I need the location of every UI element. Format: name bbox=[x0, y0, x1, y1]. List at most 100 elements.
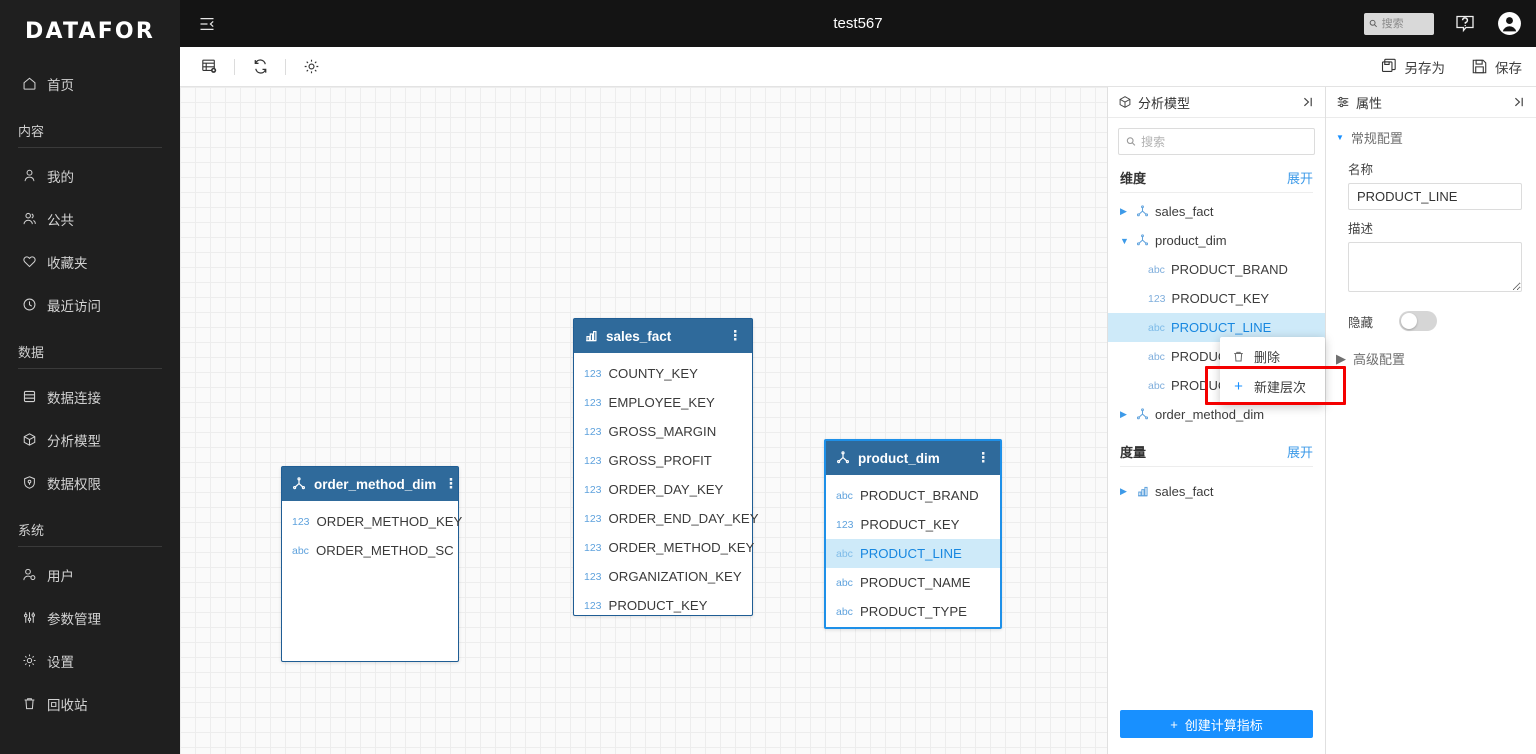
node-field[interactable]: 123 GROSS_PROFIT bbox=[574, 446, 752, 475]
sidebar-item-recycle-bin[interactable]: 回收站 bbox=[0, 682, 180, 725]
tree-item-sales-fact-measure[interactable]: ▶ sales_fact bbox=[1108, 477, 1325, 506]
collapse-sidebar-icon[interactable] bbox=[194, 11, 220, 37]
node-field-selected[interactable]: abc PRODUCT_LINE bbox=[826, 539, 1000, 568]
refresh-button[interactable] bbox=[245, 52, 275, 82]
node-title: sales_fact bbox=[606, 328, 672, 344]
table-settings-button[interactable] bbox=[194, 52, 224, 82]
node-field[interactable]: 123 GROSS_MARGIN bbox=[574, 417, 752, 446]
model-canvas[interactable]: order_method_dim ⋮ 123 ORDER_METHOD_KEY … bbox=[180, 87, 1107, 754]
sidebar-item-settings[interactable]: 设置 bbox=[0, 639, 180, 682]
sidebar-item-analysis-model[interactable]: 分析模型 bbox=[0, 418, 180, 461]
node-field[interactable]: 123 ORDER_METHOD_KEY bbox=[282, 507, 462, 536]
node-field[interactable]: 123 EMPLOYEE_KEY bbox=[574, 388, 752, 417]
node-header[interactable]: order_method_dim ⋮ bbox=[282, 467, 458, 501]
sidebar-item-favorites[interactable]: 收藏夹 bbox=[0, 240, 180, 283]
node-header[interactable]: product_dim ⋮ bbox=[826, 441, 1000, 475]
node-header[interactable]: sales_fact ⋮ bbox=[574, 319, 752, 353]
canvas-node-sales-fact[interactable]: sales_fact ⋮ 123 COUNTY_KEY 123 EMPLOYEE_K… bbox=[573, 318, 759, 616]
measure-expand-link[interactable]: 展开 bbox=[1287, 442, 1313, 461]
general-config-label: 常规配置 bbox=[1350, 131, 1403, 146]
clock-icon bbox=[22, 297, 37, 312]
node-field[interactable]: 123 COUNTY_KEY bbox=[574, 359, 752, 388]
model-search-input[interactable] bbox=[1118, 128, 1315, 155]
tree-item-product-key[interactable]: 123 PRODUCT_KEY bbox=[1108, 284, 1325, 313]
node-field[interactable]: abc PRODUCT_BRAND bbox=[826, 481, 1000, 510]
node-field[interactable]: abc PRODUCT_NAME bbox=[826, 568, 1000, 597]
advanced-config-group-header[interactable]: ▶ 高级配置 bbox=[1326, 335, 1536, 372]
model-search-field[interactable] bbox=[1141, 134, 1307, 149]
dimension-expand-link[interactable]: 展开 bbox=[1287, 168, 1313, 187]
chevron-right-icon[interactable]: ▶ bbox=[1336, 351, 1346, 367]
field-type: 123 bbox=[292, 515, 310, 528]
tree-item-label: PRODUCT_LINE bbox=[1170, 320, 1272, 335]
sidebar-group-data-label: 数据 bbox=[18, 344, 45, 360]
tree-item-product-dim[interactable]: ▼ product_dim bbox=[1108, 226, 1325, 255]
general-config-group-header[interactable]: ▼ 常规配置 bbox=[1326, 118, 1536, 151]
advanced-config-label: 高级配置 bbox=[1353, 352, 1406, 367]
node-field[interactable]: abc ORDER_METHOD_SC bbox=[282, 536, 458, 565]
description-textarea[interactable] bbox=[1348, 242, 1522, 292]
topbar-right-group bbox=[1364, 11, 1522, 37]
node-field[interactable]: 123 PRODUCT_KEY bbox=[574, 591, 752, 620]
field-type: 123 bbox=[584, 483, 602, 496]
hidden-toggle[interactable] bbox=[1399, 311, 1438, 331]
fact-icon bbox=[584, 329, 598, 343]
dimension-icon bbox=[292, 477, 306, 491]
sidebar-item-mine[interactable]: 我的 bbox=[0, 154, 180, 197]
fact-icon bbox=[1136, 485, 1149, 498]
create-metric-button[interactable]: + 创建计算指标 bbox=[1120, 710, 1313, 738]
trash-icon bbox=[1232, 350, 1245, 363]
collapse-right-icon[interactable] bbox=[1512, 95, 1526, 109]
chevron-right-icon[interactable]: ▶ bbox=[1120, 206, 1130, 217]
sidebar: DATAFOR 首页 内容 我的 公共 收藏夹 最近访问 数据 数据连接 分析模… bbox=[0, 0, 180, 754]
name-input[interactable] bbox=[1348, 183, 1522, 210]
search-input[interactable] bbox=[1364, 12, 1434, 35]
node-field[interactable]: 123 ORDER_END_DAY_KEY bbox=[574, 504, 759, 533]
settings-button[interactable] bbox=[296, 52, 326, 82]
field-type: abc bbox=[1148, 263, 1165, 276]
sidebar-item-users[interactable]: 用户 bbox=[0, 553, 180, 596]
sidebar-item-public[interactable]: 公共 bbox=[0, 197, 180, 240]
context-menu[interactable]: 删除 + 新建层次 bbox=[1220, 337, 1325, 405]
node-field[interactable]: 123 ORGANIZATION_KEY bbox=[574, 562, 752, 591]
sidebar-item-label: 数据权限 bbox=[47, 476, 101, 492]
chevron-right-icon[interactable]: ▶ bbox=[1120, 486, 1130, 497]
field-name: ORDER_METHOD_SC bbox=[315, 543, 454, 558]
chevron-down-icon[interactable]: ▼ bbox=[1120, 236, 1130, 246]
node-menu-icon[interactable]: ⋮ bbox=[977, 450, 991, 466]
canvas-node-product-dim[interactable]: product_dim ⋮ abc PRODUCT_BRAND 123 PRODUC… bbox=[824, 439, 1002, 629]
sidebar-item-parameters[interactable]: 参数管理 bbox=[0, 596, 180, 639]
account-icon[interactable] bbox=[1496, 11, 1522, 37]
sidebar-item-data-connection[interactable]: 数据连接 bbox=[0, 375, 180, 418]
sidebar-item-recent[interactable]: 最近访问 bbox=[0, 283, 180, 326]
node-field[interactable]: 123 PRODUCT_KEY bbox=[826, 510, 1000, 539]
node-menu-icon[interactable]: ⋮ bbox=[729, 328, 743, 344]
save-button[interactable]: 保存 bbox=[1471, 57, 1522, 77]
help-icon[interactable] bbox=[1452, 11, 1478, 37]
sidebar-group-content-label: 内容 bbox=[18, 123, 45, 139]
chevron-right-icon[interactable]: ▶ bbox=[1120, 409, 1130, 420]
sidebar-item-home[interactable]: 首页 bbox=[0, 62, 180, 105]
toolbar: 另存为 保存 bbox=[180, 47, 1536, 87]
main-area: test567 搜索 另存为 保存 order_method_dim ⋮ 123… bbox=[180, 0, 1536, 754]
context-menu-item-delete[interactable]: 删除 bbox=[1220, 341, 1325, 371]
field-type: abc bbox=[836, 489, 853, 502]
field-name: PRODUCT_KEY bbox=[608, 598, 708, 613]
sidebar-item-label: 最近访问 bbox=[47, 298, 101, 314]
node-field[interactable]: 123 ORDER_METHOD_KEY bbox=[574, 533, 754, 562]
node-field[interactable]: 123 ORDER_DAY_KEY bbox=[574, 475, 752, 504]
save-as-button[interactable]: 另存为 bbox=[1381, 57, 1445, 77]
canvas-node-order-method-dim[interactable]: order_method_dim ⋮ 123 ORDER_METHOD_KEY … bbox=[281, 466, 462, 662]
sliders-icon bbox=[22, 610, 37, 625]
search-field[interactable] bbox=[1381, 17, 1429, 30]
dimension-icon bbox=[1136, 205, 1149, 218]
node-field[interactable]: abc PRODUCT_TYPE bbox=[826, 597, 1000, 626]
tree-item-product-brand[interactable]: abc PRODUCT_BRAND bbox=[1108, 255, 1325, 284]
node-menu-icon[interactable]: ⋮ bbox=[444, 476, 458, 492]
chevron-down-icon[interactable]: ▼ bbox=[1336, 133, 1344, 142]
dimension-icon bbox=[836, 451, 850, 465]
sidebar-item-data-permission[interactable]: 数据权限 bbox=[0, 461, 180, 504]
tree-item-sales-fact-dim[interactable]: ▶ sales_fact bbox=[1108, 197, 1325, 226]
collapse-right-icon[interactable] bbox=[1301, 95, 1315, 109]
context-menu-item-new-hierarchy[interactable]: + 新建层次 bbox=[1220, 371, 1325, 401]
